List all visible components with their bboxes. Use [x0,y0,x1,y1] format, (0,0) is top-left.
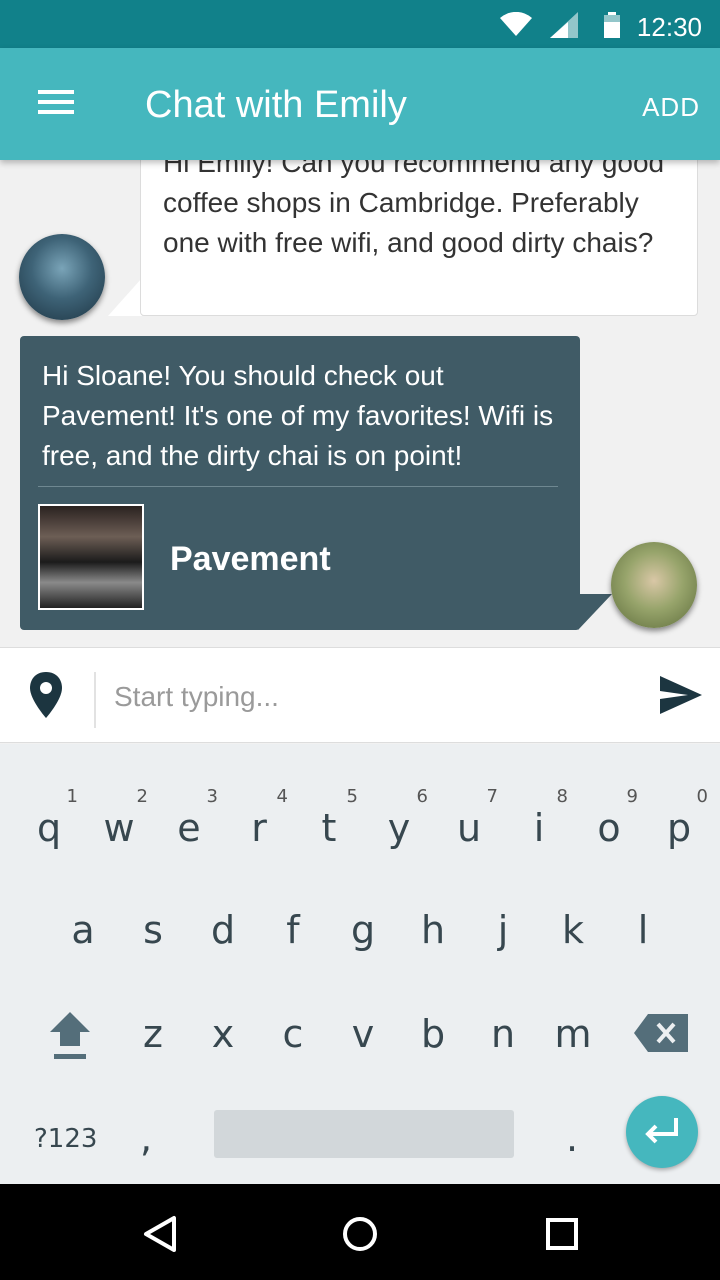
soft-keyboard: 1q 2w 3e 4r 5t 6y 7u 8i 9o 0p a s d f g … [0,744,720,1184]
page-title: Chat with Emily [145,84,407,126]
place-name-link[interactable]: Pavement [170,540,331,579]
incoming-bubble-tail [108,278,142,316]
message-text: Hi Sloane! You should check out Pavement… [42,360,554,471]
wifi-icon [500,12,532,36]
symbols-key[interactable]: ?123 [34,1124,97,1154]
hamburger-menu-icon[interactable] [28,84,84,124]
key-b[interactable]: b [398,744,468,1056]
add-button[interactable]: ADD [642,92,700,123]
key-c[interactable]: c [258,744,328,1056]
enter-icon [645,1118,678,1144]
message-bubble-emily: Hi Sloane! You should check out Pavement… [20,336,580,630]
app-bar: Chat with Emily ADD [0,48,720,160]
avatar-emily[interactable] [611,542,697,628]
backspace-icon[interactable] [632,1012,690,1054]
signal-icon [550,12,578,38]
back-icon[interactable] [138,1212,182,1256]
recents-icon[interactable] [540,1212,584,1256]
message-text: Hi Emily! Can you recommend any good cof… [163,160,665,258]
period-key[interactable]: . [566,1116,578,1160]
key-z[interactable]: z [118,744,188,1056]
comma-key[interactable]: , [140,1116,152,1160]
key-v[interactable]: v [328,744,398,1056]
send-icon[interactable] [658,674,704,716]
message-input[interactable] [114,672,634,722]
status-bar: 12:30 [0,0,720,48]
key-n[interactable]: n [468,744,538,1056]
outgoing-bubble-tail [578,594,612,630]
home-icon[interactable] [338,1212,382,1256]
location-pin-icon[interactable] [24,670,68,722]
composer-divider [94,672,96,728]
key-a[interactable]: a [48,744,118,952]
enter-button[interactable] [626,1096,698,1168]
avatar-sloane[interactable] [19,234,105,320]
chat-messages[interactable]: Hi Emily! Can you recommend any good cof… [0,160,720,646]
status-time: 12:30 [636,12,702,42]
key-x[interactable]: x [188,744,258,1056]
battery-icon [604,12,620,38]
key-l[interactable]: l [608,744,678,952]
system-nav-bar [0,1184,720,1280]
place-thumbnail[interactable] [38,504,144,610]
shift-icon[interactable] [44,1008,96,1068]
space-key[interactable] [214,1110,514,1158]
message-bubble-sloane: Hi Emily! Can you recommend any good cof… [140,160,698,316]
key-m[interactable]: m [538,744,608,1056]
message-composer [0,647,720,743]
bubble-divider [38,486,558,487]
